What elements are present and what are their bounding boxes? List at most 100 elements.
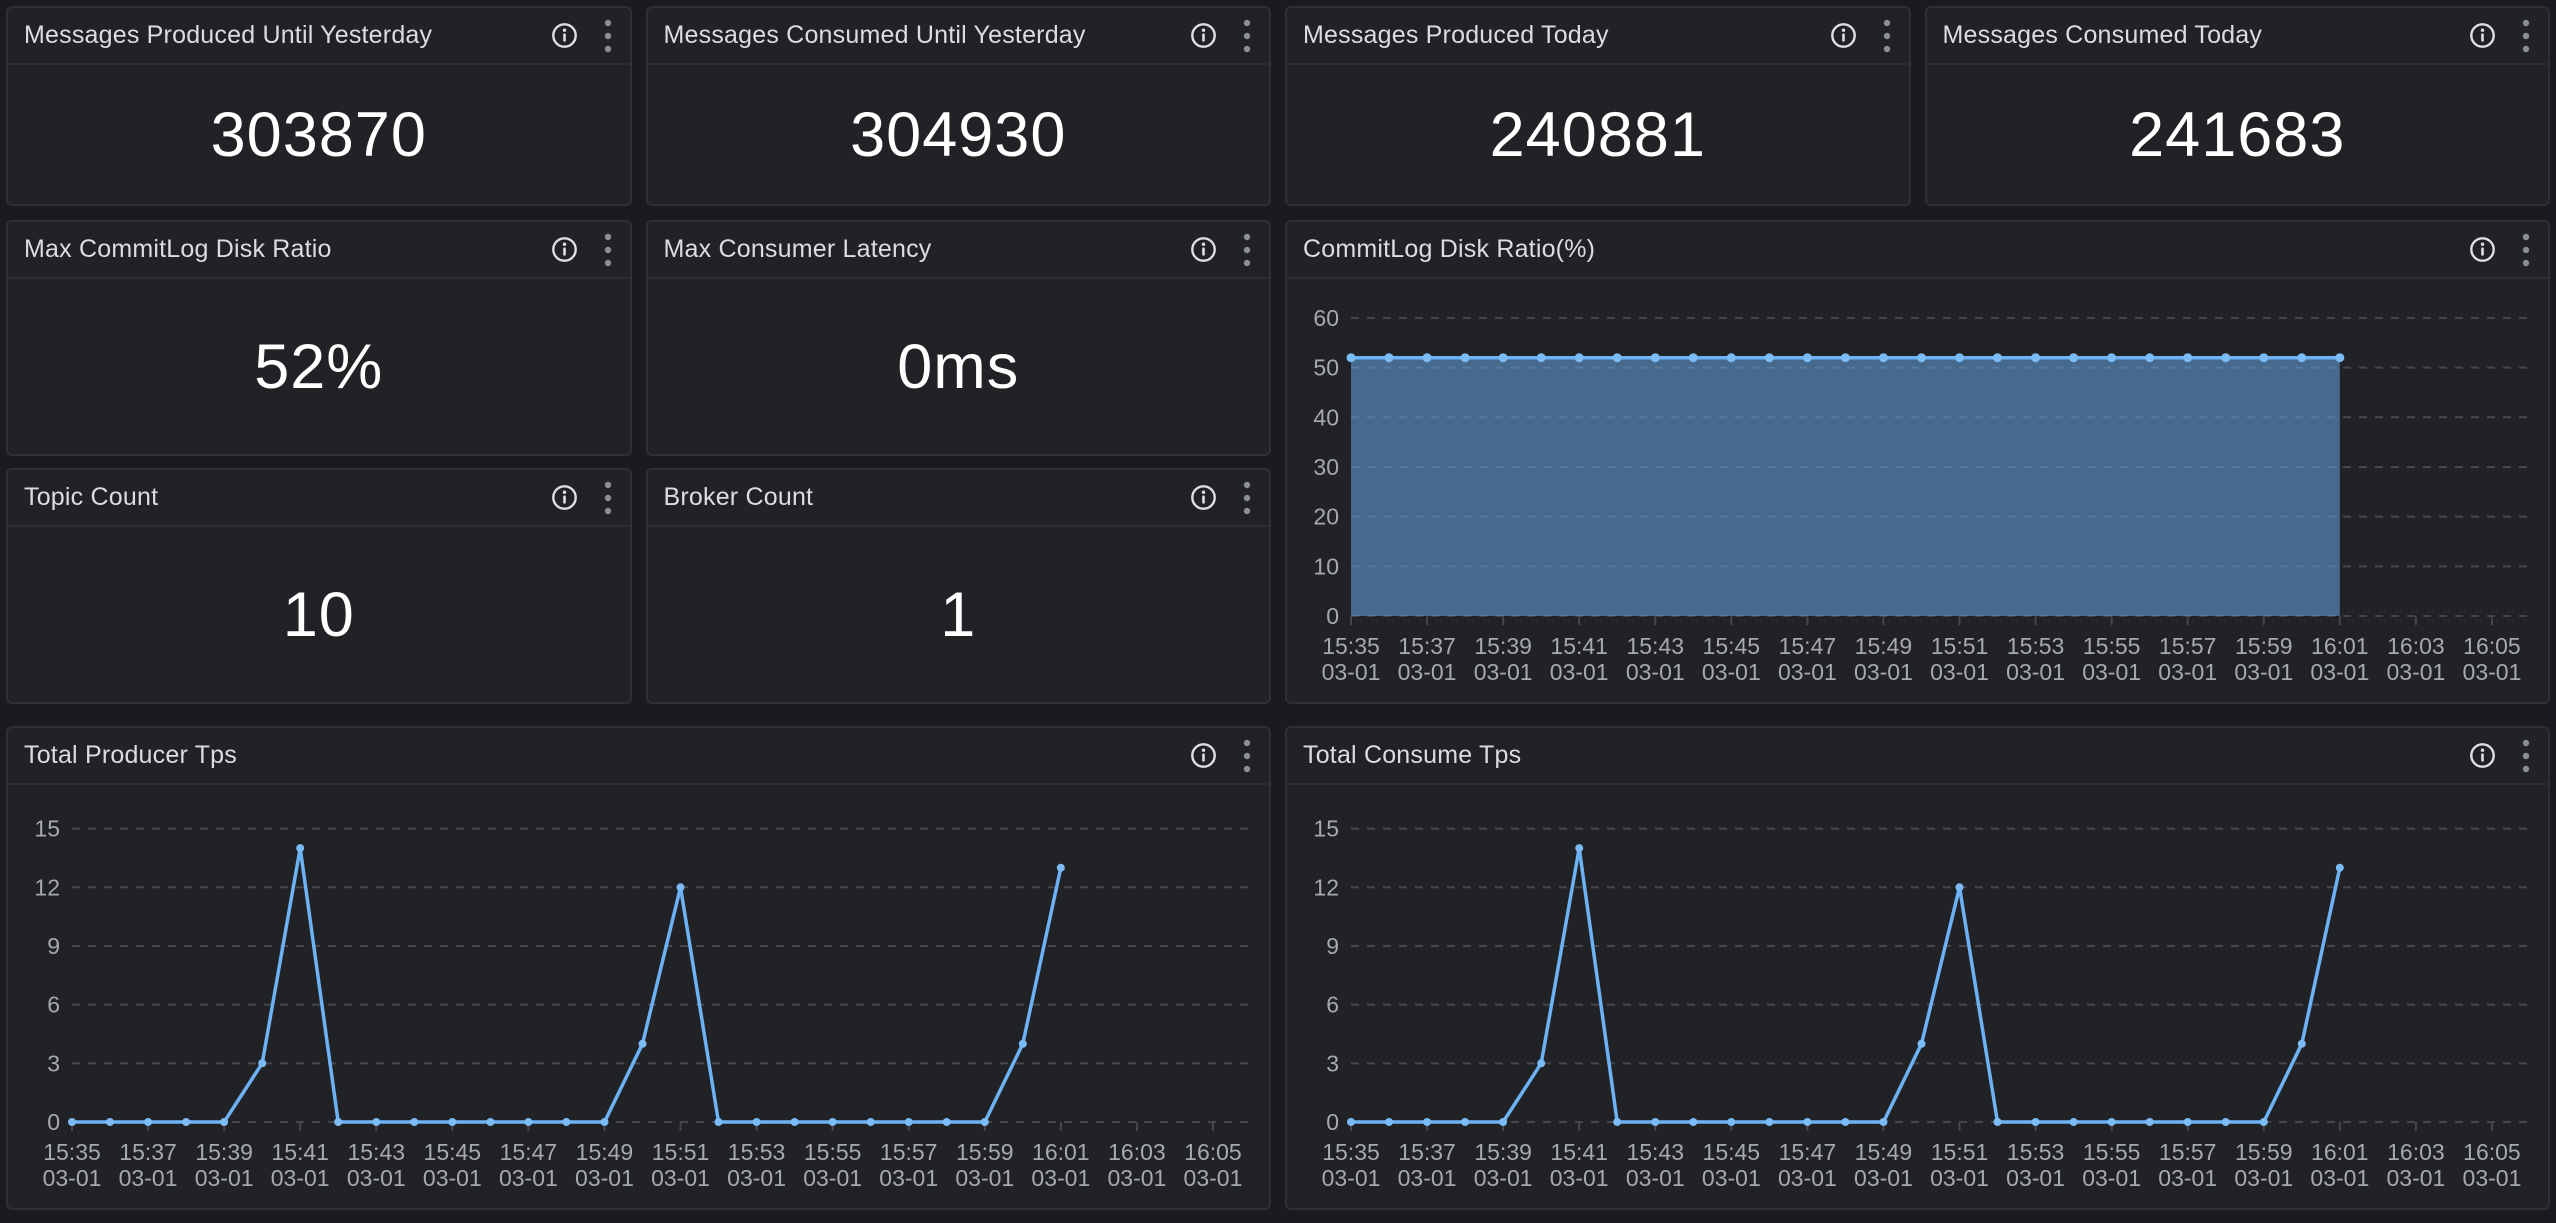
panel-body: 1: [648, 527, 1270, 702]
svg-text:15:43: 15:43: [1626, 633, 1684, 659]
panel-title[interactable]: Topic Count: [24, 483, 551, 512]
info-icon[interactable]: [1190, 484, 1217, 511]
panel-title[interactable]: Messages Produced Today: [1303, 21, 1830, 50]
kebab-menu-icon[interactable]: [604, 481, 612, 515]
kebab-menu-icon[interactable]: [1243, 481, 1251, 515]
chart-total-consume-tps[interactable]: 0369121515:3503-0115:3703-0115:3903-0115…: [1287, 785, 2548, 1208]
svg-text:03-01: 03-01: [271, 1165, 330, 1191]
panel-max-commitlog-disk-ratio: Max CommitLog Disk Ratio 52%: [6, 220, 632, 456]
info-icon[interactable]: [2469, 742, 2496, 769]
svg-text:03-01: 03-01: [1930, 659, 1989, 685]
info-icon[interactable]: [551, 236, 578, 263]
info-icon[interactable]: [1190, 236, 1217, 263]
svg-text:15:49: 15:49: [576, 1139, 634, 1165]
panel-header: Topic Count: [8, 470, 630, 527]
panel-actions: [1190, 19, 1251, 53]
chart-commitlog-disk-ratio[interactable]: 010203040506015:3503-0115:3703-0115:3903…: [1287, 279, 2548, 702]
panel-commitlog-disk-ratio-chart: CommitLog Disk Ratio(%) 010203040506015:…: [1285, 220, 2550, 704]
panel-body: 240881: [1287, 65, 1909, 204]
svg-text:3: 3: [1326, 1050, 1339, 1076]
kebab-menu-icon[interactable]: [604, 19, 612, 53]
stat-value: 1: [940, 579, 976, 651]
kebab-menu-icon[interactable]: [1243, 19, 1251, 53]
chart-canvas[interactable]: 0369121515:3503-0115:3703-0115:3903-0115…: [1287, 785, 2548, 1208]
info-icon[interactable]: [1190, 22, 1217, 49]
chart-canvas[interactable]: 0369121515:3503-0115:3703-0115:3903-0115…: [8, 785, 1269, 1208]
panel-title[interactable]: Messages Produced Until Yesterday: [24, 21, 551, 50]
svg-text:10: 10: [1313, 553, 1339, 579]
svg-text:03-01: 03-01: [651, 1165, 710, 1191]
svg-text:03-01: 03-01: [2234, 1165, 2293, 1191]
svg-text:15:37: 15:37: [1398, 633, 1456, 659]
info-icon[interactable]: [2469, 236, 2496, 263]
kebab-menu-icon[interactable]: [2522, 739, 2530, 773]
svg-text:15: 15: [1313, 816, 1339, 842]
panel-header: Max Consumer Latency: [648, 222, 1270, 279]
kebab-menu-icon[interactable]: [2522, 19, 2530, 53]
svg-text:03-01: 03-01: [1184, 1165, 1243, 1191]
svg-text:15:35: 15:35: [43, 1139, 101, 1165]
panel-title[interactable]: Total Consume Tps: [1303, 741, 2469, 770]
panel-title[interactable]: CommitLog Disk Ratio(%): [1303, 235, 2469, 264]
svg-text:15:45: 15:45: [424, 1139, 482, 1165]
svg-text:15:45: 15:45: [1703, 1139, 1761, 1165]
svg-text:15:55: 15:55: [804, 1139, 862, 1165]
panel-body: 0ms: [648, 279, 1270, 454]
kebab-menu-icon[interactable]: [1883, 19, 1891, 53]
kebab-menu-icon[interactable]: [604, 233, 612, 267]
svg-text:03-01: 03-01: [1550, 659, 1609, 685]
svg-text:03-01: 03-01: [2082, 659, 2141, 685]
kebab-menu-icon[interactable]: [2522, 233, 2530, 267]
svg-text:03-01: 03-01: [1626, 1165, 1685, 1191]
svg-text:15:41: 15:41: [1550, 633, 1608, 659]
svg-text:03-01: 03-01: [1930, 1165, 1989, 1191]
info-icon[interactable]: [551, 484, 578, 511]
svg-text:15:37: 15:37: [119, 1139, 177, 1165]
svg-text:15:43: 15:43: [347, 1139, 405, 1165]
info-icon[interactable]: [551, 22, 578, 49]
panel-body: 241683: [1927, 65, 2549, 204]
panel-total-consume-tps: Total Consume Tps 0369121515:3503-0115:3…: [1285, 726, 2550, 1210]
panel-actions: [551, 481, 612, 515]
svg-text:16:01: 16:01: [2311, 1139, 2369, 1165]
svg-text:15:55: 15:55: [2083, 1139, 2141, 1165]
svg-text:03-01: 03-01: [2006, 659, 2065, 685]
svg-text:03-01: 03-01: [119, 1165, 178, 1191]
svg-text:15:49: 15:49: [1855, 633, 1913, 659]
svg-text:03-01: 03-01: [347, 1165, 406, 1191]
stat-value: 0ms: [897, 331, 1019, 403]
info-icon[interactable]: [1190, 742, 1217, 769]
svg-text:60: 60: [1313, 305, 1339, 331]
chart-canvas[interactable]: 010203040506015:3503-0115:3703-0115:3903…: [1287, 279, 2548, 702]
svg-text:03-01: 03-01: [803, 1165, 862, 1191]
svg-text:03-01: 03-01: [1474, 1165, 1533, 1191]
panel-title[interactable]: Max Consumer Latency: [664, 235, 1191, 264]
panel-title[interactable]: Total Producer Tps: [24, 741, 1190, 770]
svg-text:15:49: 15:49: [1855, 1139, 1913, 1165]
svg-text:03-01: 03-01: [2234, 659, 2293, 685]
middle-block: Max CommitLog Disk Ratio 52% Max Consume…: [6, 220, 2550, 704]
panel-title[interactable]: Broker Count: [664, 483, 1191, 512]
kebab-menu-icon[interactable]: [1243, 233, 1251, 267]
svg-text:0: 0: [1326, 603, 1339, 629]
svg-text:15:47: 15:47: [1779, 1139, 1837, 1165]
svg-text:03-01: 03-01: [1854, 659, 1913, 685]
panel-messages-produced-until-yesterday: Messages Produced Until Yesterday 303870: [6, 6, 632, 206]
info-icon[interactable]: [2469, 22, 2496, 49]
svg-text:15:51: 15:51: [652, 1139, 710, 1165]
svg-text:15:51: 15:51: [1931, 1139, 1989, 1165]
svg-text:9: 9: [1326, 933, 1339, 959]
svg-text:16:05: 16:05: [1184, 1139, 1242, 1165]
panel-title[interactable]: Max CommitLog Disk Ratio: [24, 235, 551, 264]
svg-text:20: 20: [1313, 504, 1339, 530]
info-icon[interactable]: [1830, 22, 1857, 49]
panel-header: Messages Produced Until Yesterday: [8, 8, 630, 65]
svg-text:03-01: 03-01: [2310, 1165, 2369, 1191]
chart-total-producer-tps[interactable]: 0369121515:3503-0115:3703-0115:3903-0115…: [8, 785, 1269, 1208]
panel-title[interactable]: Messages Consumed Until Yesterday: [664, 21, 1191, 50]
kebab-menu-icon[interactable]: [1243, 739, 1251, 773]
panel-title[interactable]: Messages Consumed Today: [1943, 21, 2470, 50]
panel-max-consumer-latency: Max Consumer Latency 0ms: [646, 220, 1272, 456]
panel-messages-consumed-today: Messages Consumed Today 241683: [1925, 6, 2551, 206]
svg-text:15:53: 15:53: [2007, 633, 2065, 659]
